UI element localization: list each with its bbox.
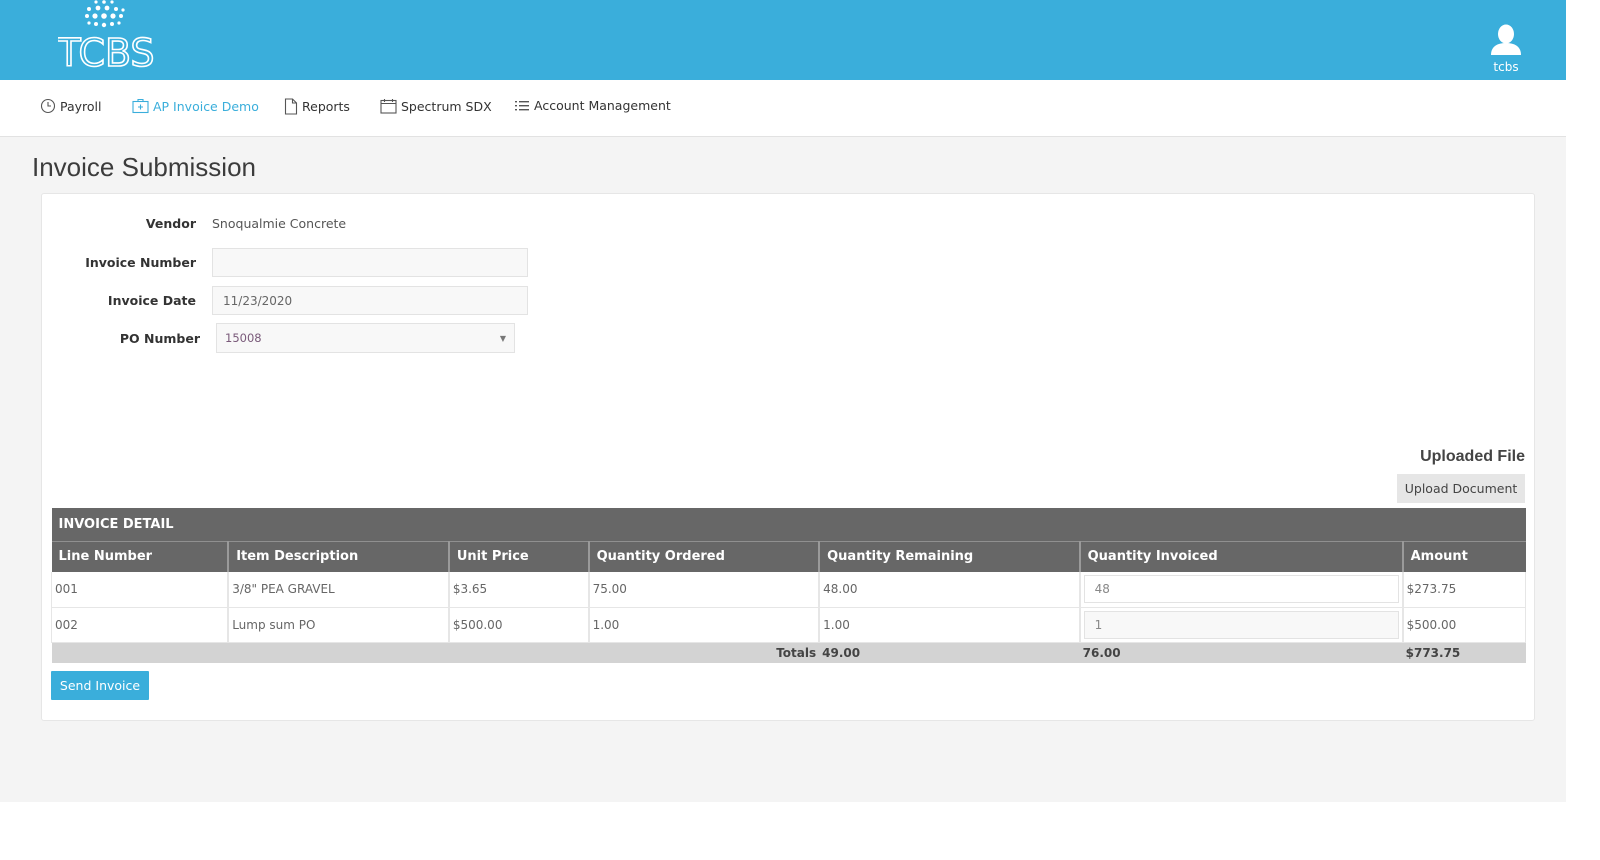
po-number-select[interactable]: 15008 ▼ <box>216 323 515 353</box>
column-header: Unit Price <box>447 541 589 572</box>
po-number-label: PO Number <box>119 330 200 346</box>
line-number-cell: 002 <box>51 607 229 643</box>
amount-cell: $500.00 <box>1401 607 1526 643</box>
nav-item-payroll[interactable]: Payroll <box>40 98 102 114</box>
quantity-remaining-cell: 48.00 <box>818 572 1080 608</box>
po-number-row: PO Number 15008 ▼ <box>46 323 515 353</box>
line-number-cell: 001 <box>51 572 229 608</box>
quantity-invoiced-cell <box>1078 607 1403 643</box>
item-description-cell: Lump sum PO <box>227 607 449 643</box>
totals-row: Totals 49.00 76.00 $773.75 <box>51 642 1526 663</box>
invoice-date-label: Invoice Date <box>107 293 196 308</box>
table-row: 002 Lump sum PO $500.00 1.00 1.00 $500.0… <box>51 607 1526 643</box>
table-header-row: Line Number Item Description Unit Price … <box>51 541 1526 572</box>
list-icon <box>515 100 529 110</box>
invoice-detail-table: INVOICE DETAIL Line Number Item Descript… <box>51 508 1526 663</box>
amount-cell: $273.75 <box>1401 572 1526 608</box>
user-name: tcbs <box>1493 60 1519 74</box>
invoice-number-row: Invoice Number <box>42 248 528 277</box>
unit-price-cell: $500.00 <box>447 607 589 643</box>
vendor-label: Vendor <box>145 216 196 231</box>
nav-label: Payroll <box>60 98 102 114</box>
svg-text:TCBS: TCBS <box>58 31 154 72</box>
column-header: Amount <box>1401 541 1526 572</box>
table-row: 001 3/8" PEA GRAVEL $3.65 75.00 48.00 $2… <box>51 572 1526 608</box>
page-title: Invoice Submission <box>32 152 256 182</box>
totals-amount: $773.75 <box>1402 642 1526 663</box>
chevron-down-icon: ▼ <box>499 333 506 343</box>
vendor-value: Snoqualmie Concrete <box>212 216 347 231</box>
nav-item-spectrum-sdx[interactable]: Spectrum SDX <box>380 98 492 114</box>
invoice-number-input[interactable] <box>212 248 528 277</box>
clock-icon <box>40 98 56 114</box>
calendar-icon <box>380 99 397 114</box>
totals-quantity-remaining: 49.00 <box>819 642 1080 663</box>
user-avatar-icon <box>1491 24 1521 55</box>
column-header: Line Number <box>51 541 229 572</box>
column-header: Item Description <box>227 541 449 572</box>
nav-item-ap-invoice-demo[interactable]: AP Invoice Demo <box>132 98 259 114</box>
nav-label: Spectrum SDX <box>401 98 492 114</box>
column-header: Quantity Remaining <box>818 541 1080 572</box>
upload-document-button[interactable]: Upload Document <box>1397 474 1525 503</box>
nav-item-reports[interactable]: Reports <box>284 98 350 115</box>
po-number-selected: 15008 <box>225 331 262 345</box>
table-caption: INVOICE DETAIL <box>51 508 1526 542</box>
app-root: TCBS tcbs Payroll AP Invoice Demo Report… <box>0 0 1566 802</box>
logo-dots-icon: TCBS <box>58 0 154 72</box>
quantity-ordered-cell: 1.00 <box>587 607 820 643</box>
quantity-invoiced-input[interactable] <box>1083 610 1399 639</box>
nav-label: AP Invoice Demo <box>153 98 259 114</box>
nav-label: Reports <box>302 99 350 114</box>
invoice-date-row: Invoice Date <box>42 286 528 315</box>
nav-item-account-management[interactable]: Account Management <box>514 98 671 113</box>
invoice-number-label: Invoice Number <box>85 255 196 270</box>
tcbs-logo[interactable]: TCBS <box>58 0 154 72</box>
item-description-cell: 3/8" PEA GRAVEL <box>227 572 449 608</box>
column-header: Quantity Ordered <box>587 541 820 572</box>
column-header: Quantity Invoiced <box>1078 541 1403 572</box>
nav-label: Account Management <box>534 98 671 113</box>
quantity-ordered-cell: 75.00 <box>587 572 820 608</box>
quantity-invoiced-cell <box>1078 572 1403 608</box>
invoice-form-panel: Vendor Snoqualmie Concrete Invoice Numbe… <box>41 193 1535 721</box>
quantity-remaining-cell: 1.00 <box>818 607 1080 643</box>
quantity-invoiced-input[interactable] <box>1083 575 1399 604</box>
document-icon <box>284 98 298 115</box>
unit-price-cell: $3.65 <box>447 572 589 608</box>
vendor-row: Vendor Snoqualmie Concrete <box>42 216 346 231</box>
main-nav: Payroll AP Invoice Demo Reports Spectrum… <box>0 80 1566 137</box>
send-invoice-button[interactable]: Send Invoice <box>51 671 149 700</box>
user-menu[interactable]: tcbs <box>1486 24 1526 74</box>
totals-quantity-invoiced: 76.00 <box>1079 642 1403 663</box>
table-caption-row: INVOICE DETAIL <box>51 508 1526 542</box>
invoice-date-input[interactable] <box>212 286 528 315</box>
briefcase-icon <box>132 98 149 114</box>
totals-label: Totals <box>51 642 820 663</box>
uploaded-file-heading: Uploaded File <box>1420 448 1525 465</box>
top-header: TCBS tcbs <box>0 0 1566 80</box>
